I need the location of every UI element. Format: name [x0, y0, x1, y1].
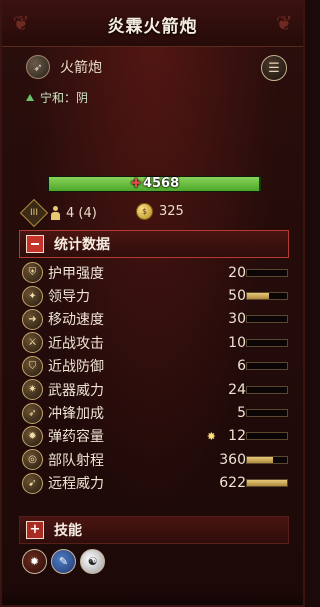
collapse-icon — [26, 235, 44, 253]
stat-bar-fill — [247, 293, 269, 300]
stat-label: 远程威力 — [48, 476, 104, 493]
stats-section-title: 统计数据 — [54, 237, 110, 253]
stat-value: 12 — [228, 428, 246, 445]
stat-row[interactable]: ⚔ 近战攻击 10 — [22, 331, 292, 354]
men-count: 4 (4) — [66, 205, 97, 221]
armor-icon: ⛨ — [22, 262, 43, 284]
stat-bar — [246, 385, 288, 394]
skills-section-title: 技能 — [54, 523, 82, 539]
stat-value: 50 — [228, 288, 246, 305]
faction-row: 宁和：阴 — [26, 89, 88, 106]
cost-info: $ 325 — [136, 203, 184, 220]
title-bar: ❦ 炎霖火箭炮 ❦ — [2, 2, 303, 47]
ability-yinyang-icon[interactable]: ☯ — [80, 549, 105, 574]
melee-attack-icon: ⚔ — [22, 332, 43, 354]
stat-label: 移动速度 — [48, 312, 104, 329]
page-title: 炎霖火箭炮 — [107, 16, 198, 37]
ornament-right-icon: ❦ — [275, 11, 293, 35]
stat-value: 6 — [237, 358, 246, 375]
ornament-left-icon: ❦ — [12, 11, 30, 35]
up-arrow-icon — [26, 94, 34, 101]
rank-icon: III — [19, 198, 49, 228]
stat-label: 部队射程 — [48, 452, 104, 469]
stat-value: 622 — [219, 475, 246, 492]
stat-label: 领导力 — [48, 289, 90, 306]
missile-strength-icon: ➹ — [22, 472, 43, 494]
menu-icon: ☰ — [268, 60, 280, 76]
stat-bar — [246, 315, 288, 324]
ability-fire-icon[interactable]: ✹ — [22, 549, 47, 574]
stat-row[interactable]: ➜ 移动速度 30 — [22, 308, 292, 331]
stat-bar — [246, 455, 288, 464]
leadership-icon: ✦ — [22, 285, 43, 307]
health-label: ✚ 4568 — [49, 176, 261, 191]
stat-bar — [246, 268, 288, 277]
stat-bar — [246, 362, 288, 371]
stat-bar — [246, 409, 288, 418]
stat-value: 30 — [228, 311, 246, 328]
stat-bar — [246, 292, 288, 301]
stat-row[interactable]: ⛨ 护甲强度 20 — [22, 261, 292, 284]
stat-row[interactable]: ⛉ 近战防御 6 — [22, 355, 292, 378]
health-bar: ✚ 4568 — [48, 176, 262, 192]
stat-row[interactable]: ➹ 远程威力 622 — [22, 472, 292, 495]
stats-section-header[interactable]: 统计数据 — [19, 230, 289, 258]
stat-row[interactable]: ✹ 弹药容量 ✸ 12 — [22, 425, 292, 448]
unit-cost: 325 — [159, 204, 184, 219]
unit-type-row: ➶ 火箭炮 — [26, 55, 102, 79]
rank-value: III — [30, 208, 38, 218]
rank-men-info: III 4 (4) — [19, 198, 97, 228]
stat-label: 护甲强度 — [48, 265, 104, 282]
stat-label: 武器威力 — [48, 382, 104, 399]
stat-bar — [246, 479, 288, 488]
stat-value: 20 — [228, 264, 246, 281]
stat-bar — [246, 432, 288, 441]
melee-defense-icon: ⛉ — [22, 355, 43, 377]
range-icon: ◎ — [22, 449, 43, 471]
stat-bar — [246, 338, 288, 347]
stat-value: 10 — [228, 334, 246, 351]
ability-row: ✹ ✎ ☯ — [22, 549, 105, 574]
stat-value: 24 — [228, 381, 246, 398]
bottom-ornament — [2, 589, 303, 605]
stat-label: 弹药容量 — [48, 429, 104, 446]
stat-label: 冲锋加成 — [48, 406, 104, 423]
ability-blue-icon[interactable]: ✎ — [51, 549, 76, 574]
stat-label: 近战防御 — [48, 359, 104, 376]
rocket-icon: ➶ — [26, 55, 50, 79]
expand-icon: + — [26, 521, 44, 539]
ammo-icon: ✹ — [22, 425, 43, 447]
skills-section-header[interactable]: + 技能 — [19, 516, 289, 544]
stat-row[interactable]: ◎ 部队射程 360 — [22, 448, 292, 471]
stat-row[interactable]: ➶ 冲锋加成 5 — [22, 401, 292, 424]
faction-label: 宁和：阴 — [40, 91, 89, 105]
charge-bonus-icon: ➶ — [22, 402, 43, 424]
stat-extra-icon: ✸ — [206, 429, 216, 443]
stat-label: 近战攻击 — [48, 335, 104, 352]
unit-info-panel: ❦ 炎霖火箭炮 ❦ ➶ 火箭炮 ☰ 宁和：阴 ✚ 4568 III 4 (4) $… — [0, 0, 305, 607]
health-plus-icon: ✚ — [130, 176, 141, 190]
menu-button[interactable]: ☰ — [261, 55, 287, 81]
stat-bar-fill — [247, 456, 273, 463]
gold-coin-icon: $ — [136, 203, 153, 220]
stats-list: ⛨ 护甲强度 20 ✦ 领导力 50 ➜ 移动速度 30 ⚔ 近战攻击 10 ⛉ 近战防御 6 ✷ 武器威力 24… — [22, 261, 292, 495]
stat-value: 360 — [219, 451, 246, 468]
unit-type-label: 火箭炮 — [60, 60, 102, 76]
stat-bar-fill — [247, 480, 287, 487]
weapon-strength-icon: ✷ — [22, 379, 43, 401]
health-value: 4568 — [142, 176, 180, 191]
stat-value: 5 — [237, 405, 246, 422]
men-icon — [50, 206, 60, 220]
stat-row[interactable]: ✷ 武器威力 24 — [22, 378, 292, 401]
stat-row[interactable]: ✦ 领导力 50 — [22, 284, 292, 307]
speed-icon: ➜ — [22, 308, 43, 330]
